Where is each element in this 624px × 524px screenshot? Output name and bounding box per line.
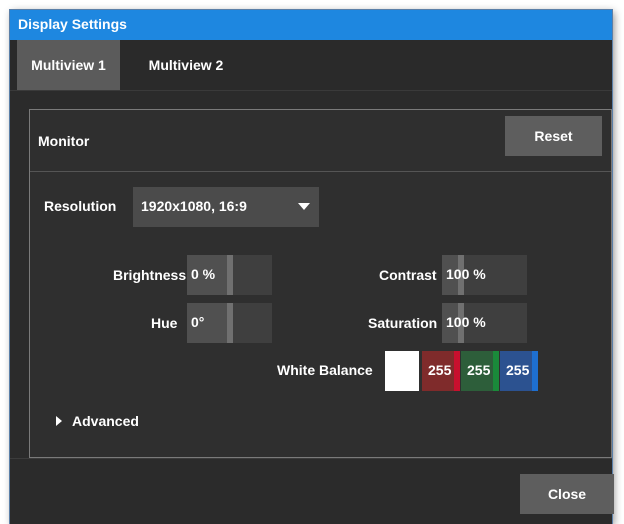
green-indicator	[493, 351, 499, 391]
reset-button[interactable]: Reset	[505, 116, 602, 156]
hue-label: Hue	[151, 315, 178, 331]
saturation-value: 100 %	[446, 314, 486, 330]
footer-divider	[10, 458, 612, 459]
white-balance-green[interactable]: 255	[461, 351, 499, 391]
contrast-slider[interactable]: 100 %	[442, 255, 527, 295]
white-balance-blue[interactable]: 255	[500, 351, 538, 391]
monitor-panel-header: Monitor Reset	[30, 110, 611, 172]
white-balance-swatch[interactable]	[385, 351, 419, 391]
advanced-label: Advanced	[72, 413, 139, 429]
hue-slider[interactable]: 0°	[187, 303, 272, 343]
green-value: 255	[467, 362, 491, 378]
panel-title: Monitor	[38, 133, 90, 149]
white-balance-label: White Balance	[277, 362, 373, 378]
blue-value: 255	[506, 362, 530, 378]
contrast-value: 100 %	[446, 266, 486, 282]
resolution-label: Resolution	[44, 198, 117, 214]
red-value: 255	[428, 362, 452, 378]
window-title: Display Settings	[18, 16, 127, 32]
blue-indicator	[532, 351, 538, 391]
red-indicator	[454, 351, 460, 391]
title-bar: Display Settings	[10, 10, 612, 40]
hue-value: 0°	[191, 314, 205, 330]
saturation-label: Saturation	[368, 315, 438, 331]
hue-thumb[interactable]	[227, 303, 233, 343]
tab-multiview-1[interactable]: Multiview 1	[17, 40, 120, 90]
expand-caret-icon	[56, 416, 62, 426]
brightness-slider[interactable]: 0 %	[187, 255, 272, 295]
white-balance-red[interactable]: 255	[422, 351, 460, 391]
brightness-thumb[interactable]	[227, 255, 233, 295]
dropdown-caret-icon	[298, 203, 310, 210]
resolution-select[interactable]: 1920x1080, 16:9	[133, 187, 319, 227]
saturation-slider[interactable]: 100 %	[442, 303, 527, 343]
resolution-value: 1920x1080, 16:9	[141, 198, 247, 214]
brightness-label: Brightness	[113, 267, 187, 283]
tab-multiview-2[interactable]: Multiview 2	[131, 40, 241, 90]
brightness-value: 0 %	[191, 266, 216, 282]
close-button[interactable]: Close	[520, 474, 614, 514]
tab-strip: Multiview 1 Multiview 2	[10, 40, 612, 91]
contrast-label: Contrast	[379, 267, 437, 283]
monitor-panel: Monitor Reset Resolution 1920x1080, 16:9…	[29, 109, 612, 458]
display-settings-window: Display Settings Multiview 1 Multiview 2…	[10, 10, 614, 524]
